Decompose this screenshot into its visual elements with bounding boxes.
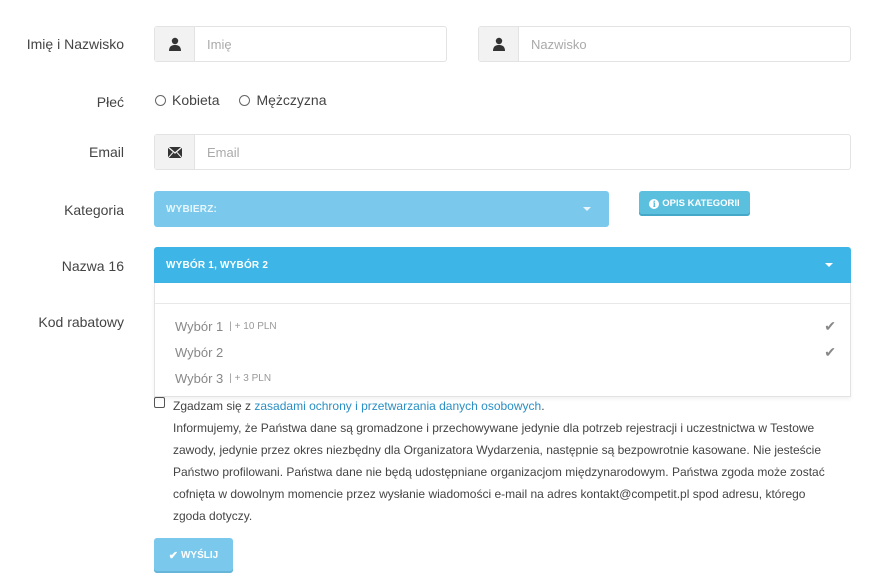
label-discount: Kod rabatowy [38,314,124,330]
consent-prefix: Zgadzam się z [173,399,255,413]
category-info-label: OPIS KATEGORII [662,198,740,209]
consent-body-line: zawody, jedynie przez okres niezbędny dl… [173,443,822,457]
name16-dropdown-menu: Wybór 1 | + 10 PLN ✔ Wybór 2 ✔ Wybór 3 |… [154,283,851,397]
option-price: | + 3 PLN [229,372,272,384]
option-price: | + 10 PLN [229,320,277,332]
label-email: Email [88,144,124,160]
first-name-input[interactable] [195,27,446,61]
submit-button[interactable]: ✔ WYŚLIJ [154,538,233,573]
option-label: Wybór 2 [175,344,224,360]
category-info-button[interactable]: i OPIS KATEGORII [639,191,750,216]
check-icon: ✔ [168,550,178,562]
first-name-group [154,26,447,62]
consent-agreement: Zgadzam się z zasadami ochrony i przetwa… [154,395,851,417]
check-icon: ✔ [824,343,836,360]
consent-body-line: Państwo profilowani. Państwa dane nie bę… [173,465,825,479]
name16-selected-value: WYBÓR 1, WYBÓR 2 [166,259,269,271]
option-label: Wybór 3 [175,370,224,386]
label-category: Kategoria [64,202,124,218]
dropdown-option[interactable]: Wybór 3 | + 3 PLN [175,368,836,388]
user-icon [155,27,195,61]
envelope-icon [155,135,195,169]
dropdown-search-area[interactable] [155,283,850,304]
option-label: Wybór 1 [175,318,224,334]
user-icon [479,27,519,61]
consent-body-line: cofnięta w dowolnym momencie przez wysła… [173,487,806,501]
name16-select[interactable]: WYBÓR 1, WYBÓR 2 [154,247,851,283]
radio-male-label[interactable]: Mężczyzna [256,92,326,108]
gender-radio-group: Kobieta Mężczyzna [155,92,347,108]
radio-female[interactable] [155,94,166,106]
category-select[interactable]: WYBIERZ: [154,191,609,227]
last-name-input[interactable] [519,27,850,61]
consent-body-line: zgoda dotyczy. [173,509,253,523]
dropdown-option[interactable]: Wybór 2 ✔ [175,342,836,362]
category-selected-value: WYBIERZ: [166,203,218,215]
submit-label: WYŚLIJ [180,550,219,561]
check-icon: ✔ [824,317,836,334]
consent-section: Zgadzam się z zasadami ochrony i przetwa… [154,395,851,527]
dropdown-option[interactable]: Wybór 1 | + 10 PLN ✔ [175,316,836,336]
last-name-group [478,26,851,62]
label-name16: Nazwa 16 [61,258,124,274]
chevron-down-icon [583,207,591,211]
chevron-down-icon [825,263,833,267]
consent-checkbox[interactable] [154,397,165,408]
radio-female-label[interactable]: Kobieta [172,92,219,108]
email-input[interactable] [195,135,850,169]
info-icon: i [649,198,660,209]
email-group [154,134,851,170]
consent-body-line: Informujemy, że Państwa dane są gromadzo… [173,421,815,435]
label-name: Imię i Nazwisko [26,36,124,52]
consent-suffix: . [541,399,545,413]
radio-male[interactable] [239,94,251,106]
privacy-policy-link[interactable]: zasadami ochrony i przetwarzania danych … [254,399,541,413]
label-gender: Płeć [96,94,124,110]
